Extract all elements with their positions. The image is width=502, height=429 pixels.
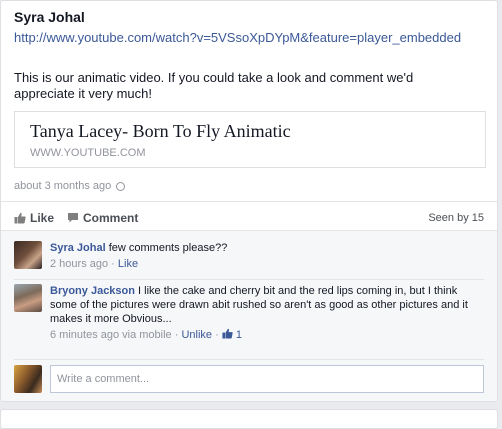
post-message: This is our animatic video. If you could… [14,70,414,101]
preview-domain: WWW.YOUTUBE.COM [30,147,146,159]
link-preview[interactable]: Tanya Lacey- Born To Fly Animatic WWW.YO… [14,111,486,168]
comment-item: Syra Johal few comments please?? 2 hours… [14,241,484,273]
preview-title[interactable]: Tanya Lacey- Born To Fly Animatic [30,121,291,142]
comment-item: Bryony Jackson I like the cake and cherr… [14,284,484,354]
thumbs-up-icon [14,212,26,224]
avatar[interactable] [14,284,42,312]
comment-button[interactable]: Comment [67,211,138,225]
comment-icon [68,213,78,223]
separator: · [111,258,115,270]
comment-time[interactable]: 2 hours ago [50,258,108,270]
comment-unlike-link[interactable]: Unlike [181,329,212,341]
thumbs-up-icon[interactable] [222,328,233,339]
separator: · [215,329,219,341]
like-label: Like [30,211,55,225]
post-author[interactable]: Syra Johal [14,9,85,25]
divider [14,359,484,360]
action-bar: Like Comment Seen by 15 [14,211,484,227]
divider [14,279,484,280]
post-timestamp-row: about 3 months ago [14,180,126,192]
comment-text: few comments please?? [108,242,228,254]
comment-time[interactable]: 6 minutes ago via mobile [50,329,172,341]
post-card: Syra Johal http://www.youtube.com/watch?… [0,0,498,402]
comment-input[interactable]: Write a comment... [50,365,484,393]
comment-label: Comment [83,211,139,225]
seen-by[interactable]: Seen by 15 [428,212,484,224]
post-timestamp[interactable]: about 3 months ago [14,180,111,192]
like-button[interactable]: Like [14,211,54,225]
separator: · [174,329,179,341]
globe-icon[interactable] [116,181,126,191]
next-post-card [0,409,498,429]
comment-author[interactable]: Bryony Jackson [50,285,135,297]
divider [1,230,497,231]
comment-author[interactable]: Syra Johal [50,242,106,254]
comment-like-link[interactable]: Like [118,258,138,270]
write-comment-row: Write a comment... [14,365,484,393]
divider [1,201,497,202]
avatar[interactable] [14,241,42,269]
avatar[interactable] [14,365,42,393]
like-count[interactable]: 1 [236,329,242,341]
post-link[interactable]: http://www.youtube.com/watch?v=5VSsoXpDY… [14,29,484,46]
